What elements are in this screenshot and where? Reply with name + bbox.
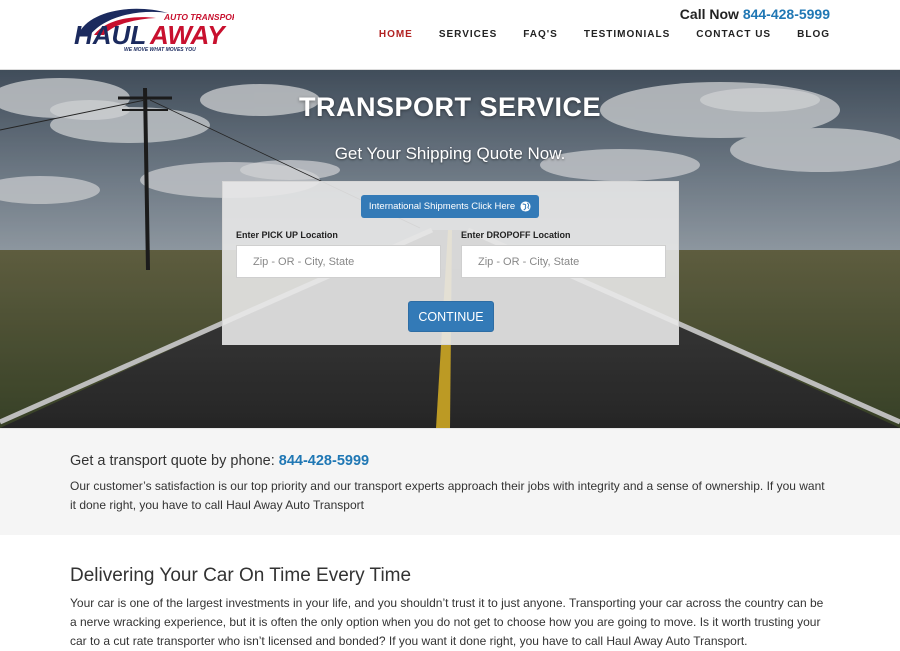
nav-services[interactable]: SERVICES [439, 29, 497, 40]
quote-form: International Shipments Click Here Enter… [222, 181, 679, 345]
nav-faqs[interactable]: FAQ'S [523, 29, 558, 40]
international-shipments-label: International Shipments Click Here [368, 201, 516, 212]
delivering-heading: Delivering Your Car On Time Every Time [70, 565, 412, 586]
globe-icon [520, 201, 531, 212]
pickup-location-input[interactable] [236, 245, 441, 278]
haul-away-logo[interactable]: AUTO TRANSPORT HAUL AWAY WE MOVE WHAT MO… [72, 5, 234, 53]
svg-text:AWAY: AWAY [149, 20, 227, 50]
svg-text:WE MOVE WHAT MOVES YOU: WE MOVE WHAT MOVES YOU [124, 47, 196, 53]
phone-quote-heading-text: Get a transport quote by phone: [70, 453, 275, 469]
dropoff-location-input[interactable] [461, 245, 666, 278]
hero-title: TRANSPORT SERVICE [298, 92, 602, 122]
delivering-paragraph: Your car is one of the largest investmen… [70, 596, 824, 648]
nav-home[interactable]: HOME [379, 29, 413, 40]
call-now-phone-link[interactable]: 844-428-5999 [743, 6, 830, 22]
international-shipments-button[interactable]: International Shipments Click Here [361, 195, 539, 218]
delivering-section: Delivering Your Car On Time Every Time Y… [0, 535, 900, 650]
continue-button[interactable]: CONTINUE [408, 301, 494, 332]
phone-quote-section: Get a transport quote by phone: 844-428-… [0, 428, 900, 535]
site-header: AUTO TRANSPORT HAUL AWAY WE MOVE WHAT MO… [0, 0, 900, 70]
phone-quote-heading: Get a transport quote by phone: 844-428-… [70, 453, 369, 469]
call-now-label: Call Now [679, 6, 739, 22]
nav-blog[interactable]: BLOG [797, 29, 830, 40]
main-nav: HOME SERVICES FAQ'S TESTIMONIALS CONTACT… [379, 29, 830, 40]
hero-section: TRANSPORT SERVICE Get Your Shipping Quot… [0, 70, 900, 428]
pickup-label: Enter PICK UP Location [236, 230, 338, 240]
dropoff-label: Enter DROPOFF Location [461, 230, 571, 240]
phone-quote-paragraph: Our customer’s satisfaction is our top p… [70, 479, 825, 512]
phone-quote-number-link[interactable]: 844-428-5999 [279, 453, 369, 469]
hero-subtitle: Get Your Shipping Quote Now. [334, 144, 566, 163]
nav-testimonials[interactable]: TESTIMONIALS [584, 29, 670, 40]
svg-text:HAUL: HAUL [74, 20, 146, 50]
nav-contact-us[interactable]: CONTACT US [696, 29, 771, 40]
call-now: Call Now 844-428-5999 [680, 6, 830, 22]
